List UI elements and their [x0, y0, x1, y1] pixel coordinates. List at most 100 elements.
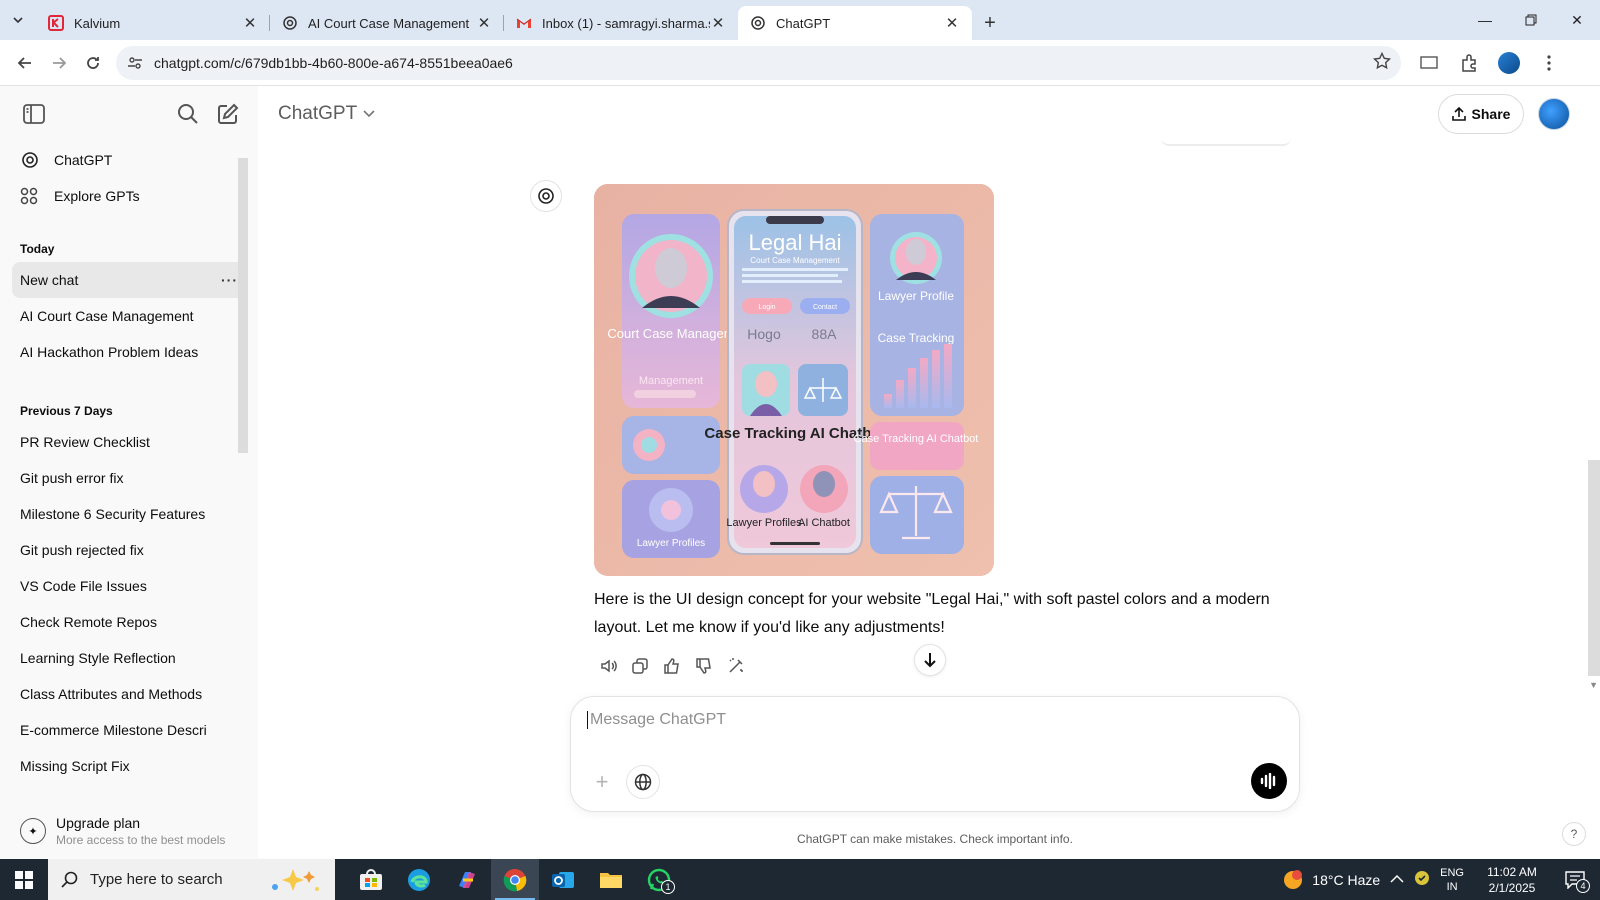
user-avatar[interactable]	[1538, 98, 1570, 130]
history-item[interactable]: Check Remote Repos	[0, 604, 258, 640]
clock-time: 11:02 AM	[1487, 864, 1537, 879]
sidebar-link-label: Explore GPTs	[54, 188, 140, 204]
search-icon	[61, 871, 78, 888]
site-settings-icon[interactable]	[126, 54, 144, 72]
taskbar-chrome[interactable]	[491, 859, 539, 900]
history-item[interactable]: VS Code File Issues	[0, 568, 258, 604]
security-status-icon[interactable]	[1414, 870, 1430, 889]
history-item[interactable]: New chat ···	[12, 262, 246, 298]
taskbar-file-explorer[interactable]	[587, 859, 635, 900]
sidebar-toggle-icon[interactable]	[20, 100, 48, 128]
notification-count-badge: 4	[1576, 878, 1590, 893]
chevron-down-icon[interactable]	[363, 107, 375, 121]
minimize-icon[interactable]: —	[1462, 0, 1508, 40]
taskbar-search-placeholder: Type here to search	[90, 871, 223, 888]
new-chat-icon[interactable]	[214, 100, 242, 128]
taskbar-clock[interactable]: 11:02 AM 2/1/2025	[1474, 864, 1550, 896]
sidebar-link-chatgpt[interactable]: ChatGPT	[0, 142, 258, 178]
scroll-down-arrow-icon[interactable]: ▼	[1589, 680, 1598, 690]
sidebar-link-explore-gpts[interactable]: Explore GPTs	[0, 178, 258, 214]
browser-menu-icon[interactable]	[1533, 47, 1565, 79]
image-text: Login	[758, 304, 775, 311]
cast-icon[interactable]	[1413, 47, 1445, 79]
history-item[interactable]: E-commerce Milestone Descri	[0, 712, 258, 748]
previous-message-edge	[1161, 136, 1291, 146]
history-item[interactable]: Git push rejected fix	[0, 532, 258, 568]
share-button[interactable]: Share	[1438, 94, 1524, 134]
attach-button[interactable]: +	[585, 765, 619, 799]
reload-button[interactable]	[76, 46, 110, 80]
tab-gmail[interactable]: Inbox (1) - samragyi.sharma.s6 ✕	[504, 6, 738, 40]
chevron-down-icon	[13, 17, 23, 24]
weather-widget[interactable]: 18°C Haze	[1282, 869, 1380, 891]
profile-button[interactable]	[1493, 47, 1525, 79]
language-indicator[interactable]: ENG IN	[1440, 866, 1464, 894]
history-item[interactable]: Milestone 6 Security Features	[0, 496, 258, 532]
history-item[interactable]: Learning Style Reflection	[0, 640, 258, 676]
taskbar-edge[interactable]	[395, 859, 443, 900]
image-text: AI Chatbot	[798, 517, 850, 529]
tab-close-icon[interactable]: ✕	[710, 14, 726, 32]
system-tray: 18°C Haze ENG IN 11:02 AM 2/1/2025 4	[1282, 859, 1600, 900]
copy-icon[interactable]	[626, 652, 654, 680]
taskbar-whatsapp[interactable]: 1	[635, 859, 683, 900]
history-item[interactable]: Class Attributes and Methods	[0, 676, 258, 712]
sidebar: ChatGPT Explore GPTs Today New chat ··· …	[0, 86, 258, 859]
image-text: 88A	[812, 326, 838, 342]
read-aloud-icon[interactable]	[594, 652, 622, 680]
history-item[interactable]: Git push error fix	[0, 460, 258, 496]
more-options-icon[interactable]: ···	[221, 272, 238, 288]
globe-icon	[634, 773, 652, 791]
forward-button[interactable]	[42, 46, 76, 80]
grid-icon	[20, 187, 44, 205]
taskbar-app-store[interactable]	[347, 859, 395, 900]
taskbar-copilot[interactable]	[443, 859, 491, 900]
close-window-icon[interactable]: ✕	[1554, 0, 1600, 40]
tab-title: Kalvium	[74, 15, 121, 31]
history-item[interactable]: Missing Script Fix	[0, 748, 258, 784]
web-search-button[interactable]	[626, 765, 660, 799]
openai-favicon-icon	[282, 15, 298, 31]
tab-chatgpt[interactable]: ChatGPT ✕	[738, 6, 972, 40]
tab-kalvium[interactable]: Kalvium ✕	[36, 6, 270, 40]
back-button[interactable]	[8, 46, 42, 80]
search-chats-icon[interactable]	[174, 100, 202, 128]
image-text: Lawyer Profiles	[726, 517, 802, 529]
history-item[interactable]: PR Review Checklist	[0, 424, 258, 460]
extensions-icon[interactable]	[1453, 47, 1485, 79]
address-bar[interactable]: chatgpt.com/c/679db1bb-4b60-800e-a674-85…	[116, 45, 1401, 80]
generated-image[interactable]: Court Case Managem Management Lawyer Pro…	[594, 184, 994, 576]
notification-center-button[interactable]: 4	[1560, 865, 1590, 895]
thumbs-up-icon[interactable]	[658, 652, 686, 680]
tab-close-icon[interactable]: ✕	[476, 14, 492, 32]
history-item[interactable]: AI Hackathon Problem Ideas	[0, 334, 258, 370]
model-selector[interactable]: ChatGPT	[278, 103, 357, 125]
history-item[interactable]: AI Court Case Management	[0, 298, 258, 334]
image-text: Hogo	[747, 326, 781, 342]
message-input[interactable]	[587, 711, 1187, 729]
tab-close-icon[interactable]: ✕	[944, 14, 960, 32]
windows-start-button[interactable]	[0, 859, 48, 900]
disclaimer-text: ChatGPT can make mistakes. Check importa…	[797, 832, 1073, 846]
tab-search-button[interactable]	[0, 0, 36, 40]
restore-icon[interactable]	[1508, 0, 1554, 40]
new-tab-button[interactable]: +	[972, 6, 1008, 40]
tab-ai-court-case[interactable]: AI Court Case Management ✕	[270, 6, 504, 40]
upgrade-plan-button[interactable]: ✦ Upgrade plan More access to the best m…	[0, 803, 258, 859]
thumbs-down-icon[interactable]	[690, 652, 718, 680]
voice-mode-button[interactable]	[1251, 763, 1287, 799]
show-hidden-icons-icon[interactable]	[1390, 872, 1404, 887]
sidebar-scrollbar[interactable]	[238, 158, 248, 453]
bookmark-star-icon[interactable]	[1372, 51, 1392, 73]
share-label: Share	[1471, 106, 1511, 122]
voice-waveform-icon	[1260, 773, 1276, 789]
help-button[interactable]: ?	[1562, 822, 1586, 846]
sidebar-link-label: ChatGPT	[54, 152, 113, 168]
tab-close-icon[interactable]: ✕	[242, 14, 258, 32]
regenerate-icon[interactable]	[722, 652, 750, 680]
chat-scrollbar[interactable]	[1588, 460, 1600, 676]
taskbar-search[interactable]: Type here to search	[48, 859, 335, 900]
scroll-to-bottom-button[interactable]	[914, 644, 946, 676]
browser-tabbar: Kalvium ✕ AI Court Case Management ✕ Inb…	[0, 0, 1600, 40]
taskbar-outlook[interactable]	[539, 859, 587, 900]
